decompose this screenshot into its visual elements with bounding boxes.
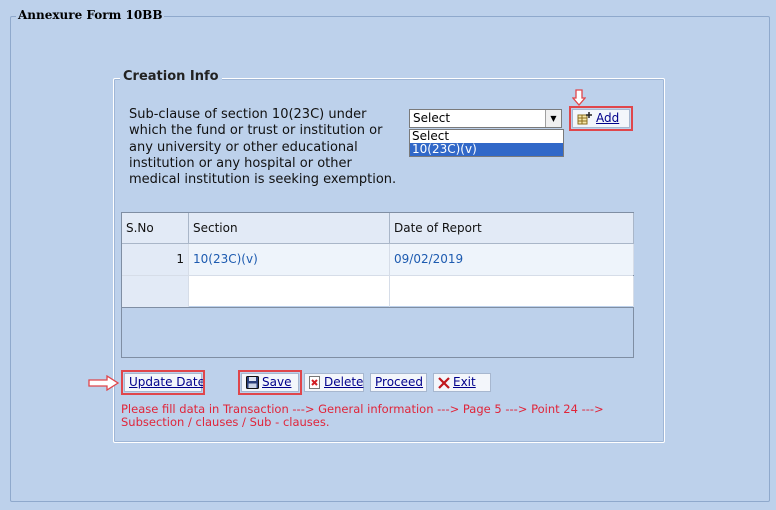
add-button[interactable]: Add (569, 106, 633, 131)
column-header-date[interactable]: Date of Report (390, 213, 634, 244)
grid-empty-area (122, 307, 633, 357)
cell-section[interactable]: 10(23C)(v) (189, 244, 390, 275)
delete-button-label: Delete (324, 375, 364, 389)
form-window: Annexure Form 10BB Creation Info Sub-cla… (0, 0, 776, 510)
window-title: Annexure Form 10BB (16, 8, 165, 22)
save-button-label: Save (262, 375, 292, 389)
grid-header: S.No Section Date of Report (122, 213, 634, 244)
subclause-dropdown-list: Select 10(23C)(v) (409, 129, 564, 157)
cell-sno (122, 276, 189, 307)
table-row[interactable] (122, 275, 634, 307)
delete-button[interactable]: Delete (304, 373, 364, 392)
column-header-sno[interactable]: S.No (122, 213, 189, 244)
cell-date[interactable] (390, 276, 634, 307)
save-button[interactable]: Save (238, 370, 302, 395)
section-grid: S.No Section Date of Report 1 10(23C)(v)… (121, 212, 634, 358)
cell-sno: 1 (122, 244, 189, 275)
floppy-disk-icon (246, 376, 259, 389)
delete-icon (309, 376, 320, 389)
creation-info-legend: Creation Info (120, 69, 222, 84)
subclause-select[interactable]: Select ▼ (409, 109, 562, 128)
add-grid-icon (577, 111, 592, 124)
subclause-select-value: Select (413, 111, 451, 125)
instruction-note: Please fill data in Transaction ---> Gen… (121, 402, 604, 429)
arrow-right-icon (88, 375, 120, 391)
column-header-section[interactable]: Section (189, 213, 390, 244)
subclause-label: Sub-clause of section 10(23C) under whic… (129, 107, 397, 188)
cell-date[interactable]: 09/02/2019 (390, 244, 634, 275)
exit-button-label: Exit (453, 375, 476, 389)
chevron-down-icon[interactable]: ▼ (545, 110, 561, 127)
add-button-label: Add (596, 111, 620, 125)
dropdown-option-10-23c-v[interactable]: 10(23C)(v) (410, 143, 563, 156)
arrow-down-icon (572, 89, 586, 106)
close-icon (438, 376, 450, 389)
table-row[interactable]: 1 10(23C)(v) 09/02/2019 (122, 244, 634, 275)
cell-section[interactable] (189, 276, 390, 307)
update-date-button[interactable]: Update Date (121, 370, 205, 395)
exit-button[interactable]: Exit (433, 373, 491, 392)
proceed-button[interactable]: Proceed (370, 373, 427, 392)
